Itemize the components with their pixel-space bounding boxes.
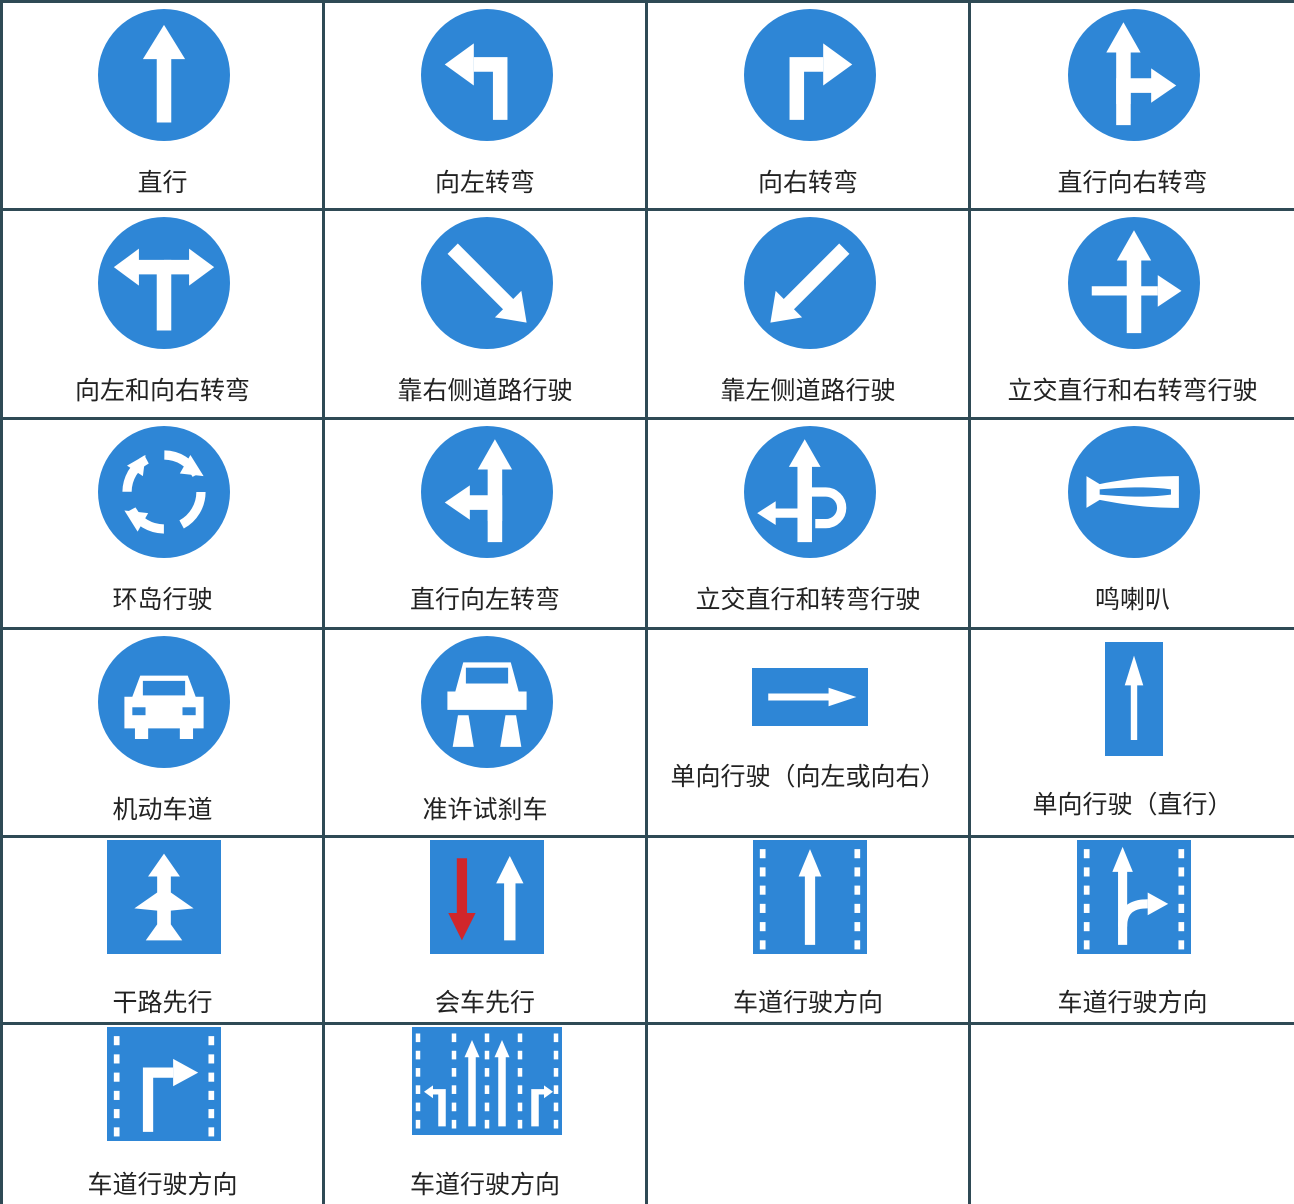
sign-label: 机动车道: [112, 795, 213, 824]
turn-right-icon: [743, 9, 876, 141]
sign-cell: 靠左侧道路行驶: [645, 208, 971, 420]
straight-or-left-icon: [420, 426, 553, 558]
sign-label: 靠右侧道路行驶: [397, 376, 573, 405]
sign-cell: 直行向右转弯: [968, 0, 1294, 211]
sign-label: 车道行驶方向: [732, 988, 883, 1017]
sign-label: 干路先行: [112, 988, 213, 1017]
sign-cell: 单向行驶（直行）: [968, 627, 1294, 838]
sign-cell: 车道行驶方向: [968, 835, 1294, 1025]
sign-cell: 车道行驶方向: [645, 835, 971, 1025]
sign-cell: 环岛行驶: [0, 417, 325, 630]
horn-icon: [1068, 426, 1200, 558]
keep-right-icon: [420, 217, 553, 349]
sign-label: 准许试刹车: [422, 795, 548, 824]
sign-cell: 车道行驶方向: [0, 1022, 325, 1204]
lane-right-icon: [107, 1027, 221, 1141]
lane-straight-right-icon: [1077, 840, 1191, 954]
lane-straight-icon: [752, 840, 867, 954]
sign-label: 向右转弯: [757, 168, 858, 197]
keep-left-icon: [743, 217, 876, 349]
arrow-up-icon: [98, 9, 230, 141]
sign-cell: 直行向左转弯: [322, 417, 648, 630]
sign-label: 直行向左转弯: [409, 585, 560, 614]
car-icon: [98, 636, 230, 768]
sign-label: 单向行驶（向左或向右）: [670, 762, 946, 791]
sign-cell: 直行: [0, 0, 325, 211]
sign-cell: 会车先行: [322, 835, 648, 1025]
sign-cell: 车道行驶方向: [322, 1022, 648, 1204]
straight-or-right-icon: [1068, 9, 1200, 141]
sign-label: 立交直行和右转弯行驶: [1007, 376, 1258, 405]
left-and-right-icon: [98, 217, 230, 349]
sign-label: 向左和向右转弯: [74, 376, 250, 405]
sign-label: 直行: [137, 168, 188, 197]
sign-label: 靠左侧道路行驶: [720, 376, 896, 405]
sign-label: 单向行驶（直行）: [1032, 790, 1233, 819]
sign-cell: 准许试刹车: [322, 627, 648, 838]
interchange-straight-right-icon: [1068, 217, 1200, 349]
sign-label: 环岛行驶: [112, 585, 213, 614]
sign-cell: 向左和向右转弯: [0, 208, 325, 420]
turn-left-icon: [420, 9, 553, 141]
sign-label: 车道行驶方向: [87, 1170, 238, 1199]
sign-label: 直行向右转弯: [1057, 168, 1208, 197]
arrow-up-icon: [1105, 642, 1163, 756]
sign-cell: 向左转弯: [322, 0, 648, 211]
roundabout-icon: [98, 426, 230, 558]
sign-cell: 靠右侧道路行驶: [322, 208, 648, 420]
sign-label: 鸣喇叭: [1094, 585, 1170, 614]
sign-cell: 立交直行和转弯行驶: [645, 417, 971, 630]
sign-label: 会车先行: [434, 988, 535, 1017]
sign-cell: 鸣喇叭: [968, 417, 1294, 630]
priority-oncoming-icon: [429, 840, 544, 954]
traffic-sign-grid: 直行 向左转弯 向右转弯 直行向右转弯 向左和向右转弯 靠右侧道路行驶 靠左侧道路行驶 立交直…: [0, 0, 1294, 1204]
sign-cell: 向右转弯: [645, 0, 971, 211]
priority-road-icon: [107, 840, 221, 954]
sign-cell: 机动车道: [0, 627, 325, 838]
sign-cell: 单向行驶（向左或向右）: [645, 627, 971, 838]
brake-test-icon: [420, 636, 553, 768]
arrow-right-icon: [751, 668, 868, 726]
sign-label: 车道行驶方向: [1057, 988, 1208, 1017]
sign-cell: 立交直行和右转弯行驶: [968, 208, 1294, 420]
empty-cell: [645, 1022, 971, 1204]
sign-label: 向左转弯: [434, 168, 535, 197]
sign-cell: 干路先行: [0, 835, 325, 1025]
sign-label: 车道行驶方向: [409, 1170, 560, 1199]
sign-label: 立交直行和转弯行驶: [695, 585, 921, 614]
empty-cell: [968, 1022, 1294, 1204]
multi-lane-icon: [411, 1027, 562, 1135]
interchange-straight-turn-icon: [743, 426, 876, 558]
